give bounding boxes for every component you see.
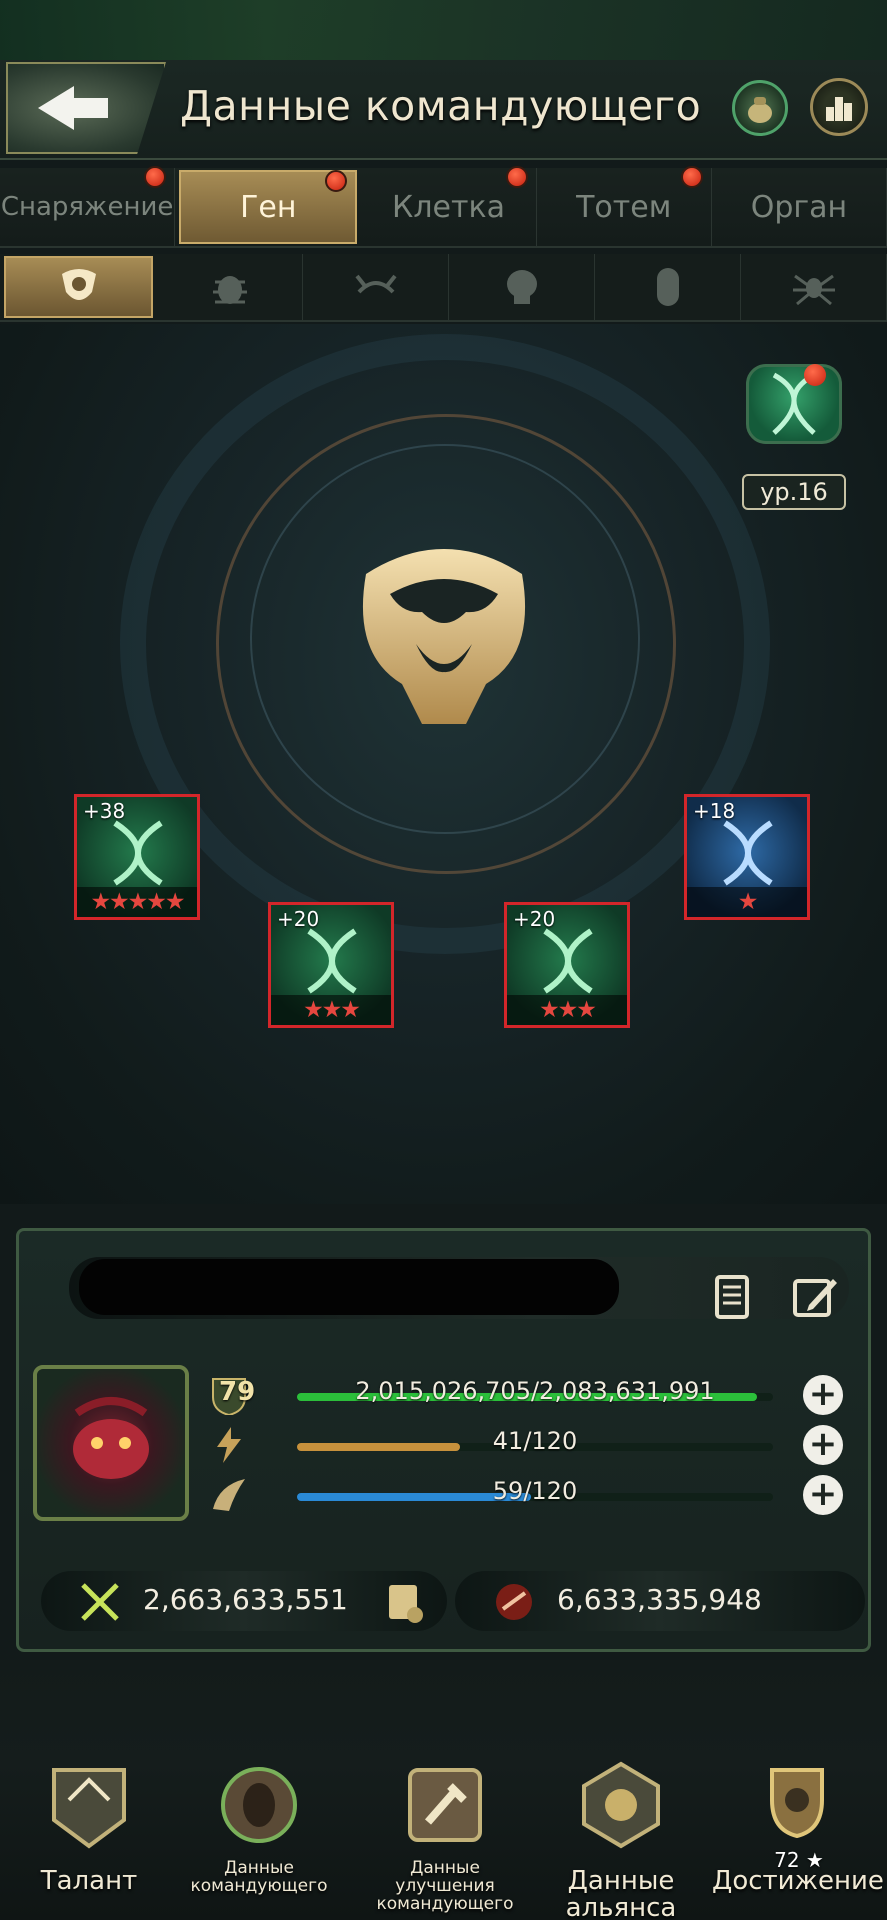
gene-card[interactable]: +20 ★★★ [268,902,394,1028]
crossed-swords-icon [81,1583,119,1621]
gene-level-label: ур.16 [742,474,846,510]
star-rating: ★★★ [507,995,627,1025]
gene-card[interactable]: +18 ★ [684,794,810,920]
gene-bonus: +20 [277,907,320,931]
top-bar: Данные командующего [0,0,887,160]
nav-talent[interactable]: Талант [4,1760,174,1910]
edit-icon[interactable] [791,1273,839,1321]
energy-row: 41/120 + [209,1425,859,1465]
nav-commander-data[interactable]: Данные командующего [174,1760,344,1910]
subtab-beetle[interactable] [157,254,303,320]
gene-bonus: +20 [513,907,556,931]
bag-icon[interactable] [732,80,788,136]
commander-data-icon [221,1767,297,1843]
dna-helix-icon [307,928,357,994]
star-rating: ★ [687,887,807,917]
hp-value: 2,015,026,705/2,083,631,991 [355,1377,715,1405]
back-arrow-icon [38,86,108,130]
capsule-icon [656,268,679,306]
alert-dot-icon [680,166,703,188]
hp-row: 79 2,015,026,705/2,083,631,991 + [209,1375,859,1415]
upgrade-data-icon [408,1768,482,1842]
document-icon[interactable] [709,1273,757,1321]
commander-info-panel: 79 2,015,026,705/2,083,631,991 + 41/120 … [16,1228,871,1652]
subtab-crab[interactable] [303,254,449,320]
kills-value: 6,633,335,948 [557,1583,762,1616]
tab-totem-label: Тотем [576,189,672,225]
stamina-value: 59/120 [492,1477,578,1505]
dna-helix-icon [543,928,593,994]
subtab-capsule[interactable] [595,254,741,320]
kill-icon [496,1584,532,1620]
back-button[interactable] [6,62,166,154]
alliance-data-icon [582,1761,660,1849]
subtab-skull[interactable] [449,254,595,320]
subtab-spider[interactable] [741,254,887,320]
dna-helix-icon [723,820,773,886]
nav-upgrade-data[interactable]: Данные улучшения командующего [360,1760,530,1913]
nav-alliance-data[interactable]: Данные альянса [536,1760,706,1920]
gene-bonus: +18 [693,799,736,823]
star-rating: ★★★★★ [77,887,197,917]
power-box: 2,663,633,551 [41,1571,447,1631]
energy-value: 41/120 [492,1427,578,1455]
tab-organ-label: Орган [750,189,848,225]
nav-achievement-label: Достижение [712,1866,884,1896]
kills-box: 6,633,335,948 [455,1571,865,1631]
top-bar-leaves [0,0,887,60]
subtab-bull[interactable] [4,256,153,318]
skull-icon [506,270,537,304]
add-hp-button[interactable]: + [803,1375,843,1415]
redacted-name [79,1259,619,1315]
add-energy-button[interactable]: + [803,1425,843,1465]
bull-emblem-icon [362,549,526,724]
dna-icon [746,364,842,444]
lightning-icon [217,1427,241,1463]
add-stamina-button[interactable]: + [803,1475,843,1515]
tab-equipment-label: Снаряжение [0,192,174,222]
alert-dot-icon [505,166,528,188]
alert-dot-icon [325,170,348,192]
page-title: Данные командующего [180,82,702,130]
ranking-icon[interactable] [810,78,868,136]
nav-alliance-data-label: Данные альянса [565,1866,677,1920]
horn-icon [213,1479,245,1511]
nav-upgrade-data-label: Данные улучшения командующего [376,1858,514,1914]
category-tabs: Снаряжение Ген Клетка Тотем Орган [0,166,887,248]
achievement-icon [770,1768,824,1839]
gene-bonus: +38 [83,799,126,823]
talent-icon [52,1768,126,1849]
tab-gene[interactable]: Ген [179,170,358,244]
alert-dot-icon [144,166,167,188]
alert-dot-icon [804,364,826,386]
nav-achievement[interactable]: 72 ★ Достижение [712,1760,884,1910]
gene-card[interactable]: +38 ★★★★★ [74,794,200,920]
bottom-navigation: Талант Данные командующего Данные улучше… [0,1660,887,1920]
dna-helix-icon [113,820,163,886]
bull-emblem-icon [61,269,96,300]
tab-totem[interactable]: Тотем [537,166,712,246]
gene-card[interactable]: +20 ★★★ [504,902,630,1028]
tab-organ[interactable]: Орган [712,168,887,246]
tab-gene-label: Ген [240,189,297,225]
stamina-row: 59/120 + [209,1475,859,1515]
crab-icon [354,274,397,294]
scroll-icon[interactable] [381,1579,427,1625]
beetle-icon [212,276,247,304]
commander-avatar[interactable] [33,1365,189,1521]
tab-cell[interactable]: Клетка [361,166,537,246]
star-rating: ★★★ [271,995,391,1025]
commander-level: 79 [219,1377,256,1407]
gene-display-area: ур.16 +38 ★★★★★ +20 ★★★ +20 ★★★ +18 ★ [0,324,887,1204]
tab-cell-label: Клетка [392,189,505,225]
nav-talent-label: Талант [40,1866,138,1896]
gene-level-badge[interactable]: ур.16 [740,364,850,510]
spider-icon [792,274,835,306]
nav-commander-data-label: Данные командующего [190,1858,328,1896]
power-value: 2,663,633,551 [143,1583,348,1616]
tab-equipment[interactable]: Снаряжение [0,166,176,246]
gene-subtabs [0,254,887,322]
